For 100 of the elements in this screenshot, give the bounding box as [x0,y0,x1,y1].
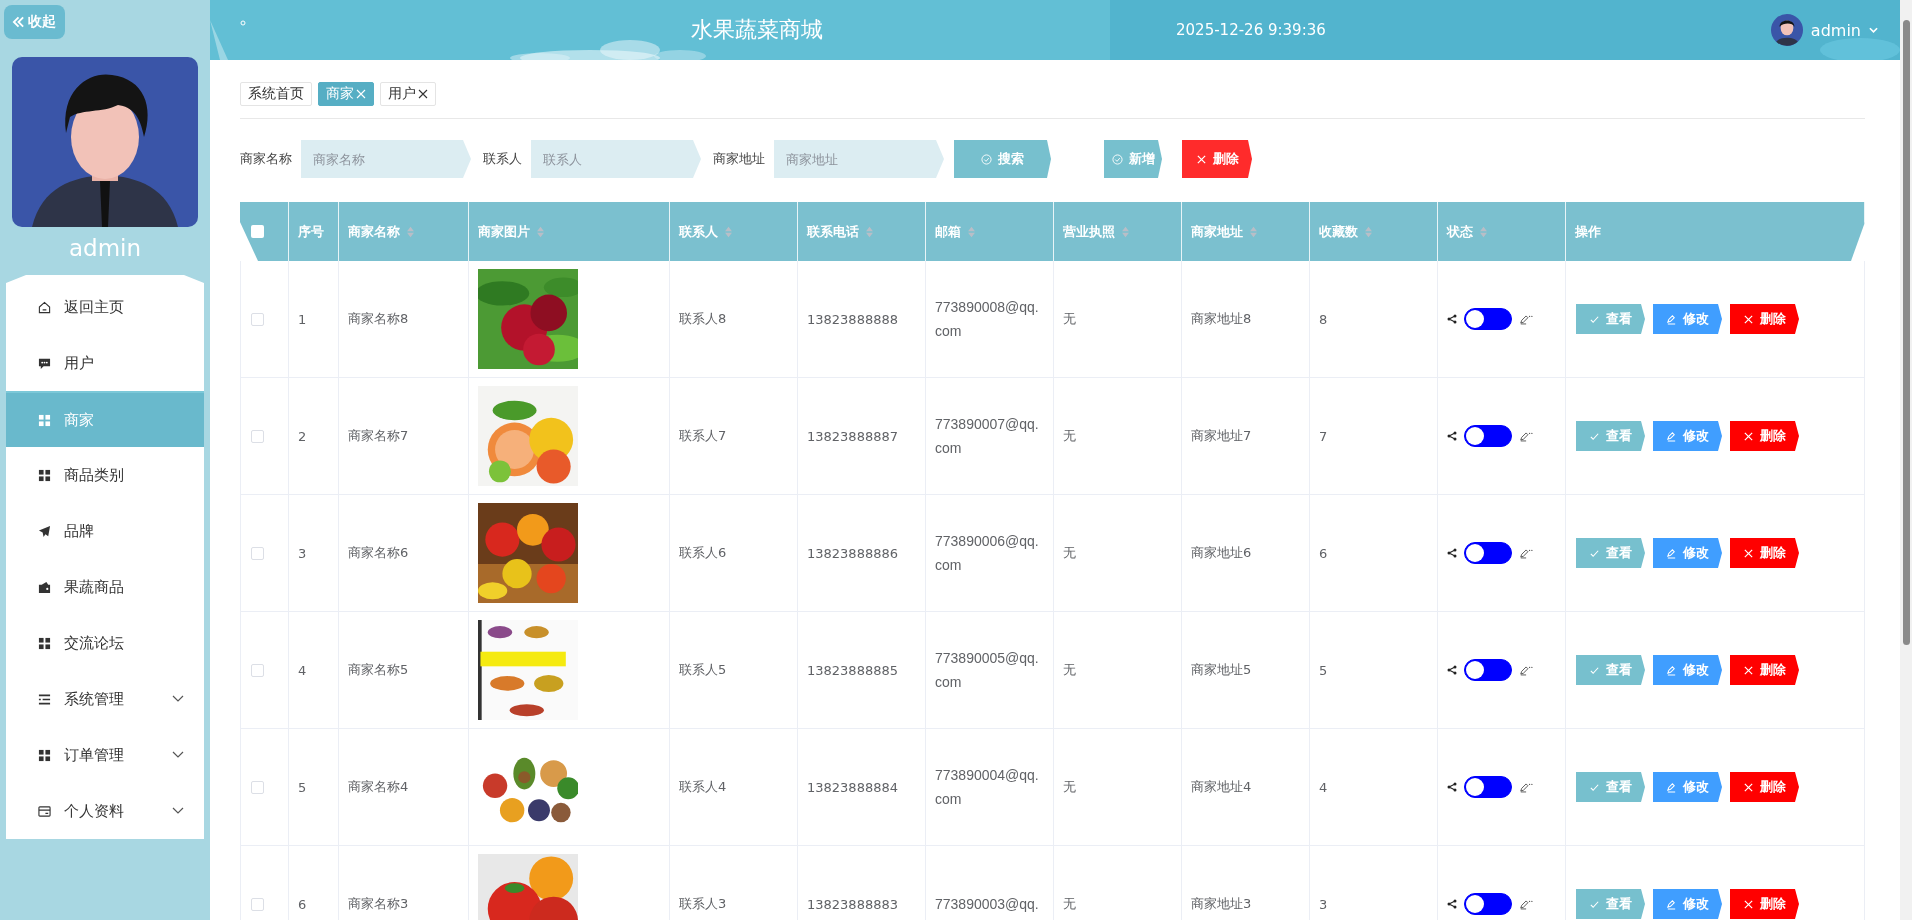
action-button[interactable]: 修改 [1653,421,1722,451]
table-cell: 联系人5 [679,661,727,679]
row-checkbox[interactable] [251,780,264,794]
menu-item[interactable]: 系统管理 [6,671,204,727]
menu-item[interactable]: 果蔬商品 [6,559,204,615]
column-header[interactable]: 邮箱 [935,222,961,241]
row-checkbox[interactable] [251,897,264,911]
field-label: 商家名称 [240,150,292,168]
select-all-checkbox[interactable] [251,225,264,238]
close-icon [1743,781,1754,793]
toggle-switch[interactable] [1464,542,1512,564]
menu-item[interactable]: 商品类别 [6,447,204,503]
column-header[interactable]: 联系人 [679,222,718,241]
user-menu[interactable]: admin [1770,14,1878,46]
action-button[interactable]: 修改 [1653,655,1722,685]
close-icon[interactable] [418,89,428,99]
share-icon[interactable] [1447,548,1457,558]
action-button[interactable]: 删除 [1730,889,1799,919]
table-cell: 13823888887 [807,428,898,444]
pencil-icon[interactable] [1519,313,1535,325]
column-header[interactable]: 商家名称 [348,222,400,241]
table-cell: 3 [298,545,307,561]
action-button[interactable]: 删除 [1730,421,1799,451]
search-field[interactable]: 商家名称 [301,140,471,178]
collapse-button[interactable]: 收起 [4,5,65,39]
column-header[interactable]: 商家地址 [1191,222,1243,241]
menu-item[interactable]: 商家 [6,391,204,447]
share-icon[interactable] [1447,899,1457,909]
action-button[interactable]: 修改 [1653,772,1722,802]
close-icon [1743,898,1754,910]
tab[interactable]: 系统首页 [240,82,312,106]
action-button[interactable]: 修改 [1653,889,1722,919]
toggle-switch[interactable] [1464,659,1512,681]
share-icon[interactable] [1447,782,1457,792]
action-button[interactable]: 修改 [1653,538,1722,568]
app-title: 水果蔬菜商城 [691,16,824,44]
action-button[interactable]: 删除 [1730,772,1799,802]
table-cell: 商家名称5 [348,661,409,679]
row-checkbox[interactable] [251,546,264,560]
toggle-switch[interactable] [1464,308,1512,330]
action-button[interactable]: 查看 [1576,772,1645,802]
share-icon[interactable] [1447,314,1457,324]
table-cell: 4 [1319,779,1328,795]
action-button[interactable]: 查看 [1576,538,1645,568]
action-button[interactable]: 查看 [1576,421,1645,451]
edit-icon [1666,430,1677,442]
action-button[interactable]: 查看 [1576,655,1645,685]
table-cell-text: 773890007@qq.com [935,415,1040,458]
close-icon [1743,313,1754,325]
share-icon[interactable] [1447,431,1457,441]
table-cell: 联系人6 [679,544,727,562]
toggle-switch[interactable] [1464,425,1512,447]
pencil-icon[interactable] [1519,664,1535,676]
toggle-switch[interactable] [1464,776,1512,798]
row-checkbox[interactable] [251,663,264,677]
scrollbar[interactable] [1900,0,1912,920]
pencil-icon[interactable] [1519,781,1535,793]
pencil-icon[interactable] [1519,430,1535,442]
search-field[interactable]: 联系人 [531,140,701,178]
table-cell: 联系人4 [679,778,727,796]
row-checkbox[interactable] [251,312,264,326]
menu-item[interactable]: 交流论坛 [6,615,204,671]
pencil-icon[interactable] [1519,547,1535,559]
grid-icon [38,413,51,427]
table-cell: 商家名称8 [348,310,409,328]
delete-button[interactable]: 删除 [1182,140,1252,178]
column-header[interactable]: 状态 [1447,222,1473,241]
scrollbar-thumb[interactable] [1903,20,1910,645]
pencil-icon[interactable] [1519,898,1535,910]
menu-item[interactable]: 订单管理 [6,727,204,783]
table-cell: 联系人3 [679,895,727,913]
column-header[interactable]: 商家图片 [478,222,530,241]
close-icon [1195,153,1207,165]
action-button[interactable]: 删除 [1730,538,1799,568]
column-header[interactable]: 操作 [1575,222,1601,241]
toggle-switch[interactable] [1464,893,1512,915]
action-button[interactable]: 查看 [1576,889,1645,919]
menu-item[interactable]: 返回主页 [6,279,204,335]
action-button[interactable]: 删除 [1730,304,1799,334]
column-header[interactable]: 联系电话 [807,222,859,241]
row-checkbox[interactable] [251,429,264,443]
menu-item[interactable]: 品牌 [6,503,204,559]
chevron-down-icon [1869,27,1878,33]
table-cell-text: 773890005@qq.com [935,649,1040,692]
menu-item[interactable]: 个人资料 [6,783,204,839]
datetime: 2025-12-26 9:39:36 [1176,21,1326,39]
action-button[interactable]: 删除 [1730,655,1799,685]
tab[interactable]: 商家 [318,82,374,106]
share-icon[interactable] [1447,665,1457,675]
action-button[interactable]: 修改 [1653,304,1722,334]
search-field[interactable]: 商家地址 [774,140,944,178]
action-button[interactable]: 查看 [1576,304,1645,334]
search-button[interactable]: 搜索 [954,140,1051,178]
table-cell: 8 [1319,311,1328,327]
column-header[interactable]: 收藏数 [1319,222,1358,241]
menu-item[interactable]: 用户 [6,335,204,391]
tab[interactable]: 用户 [380,82,436,106]
column-header[interactable]: 营业执照 [1063,222,1115,241]
column-header[interactable]: 序号 [298,222,324,241]
add-button[interactable]: 新增 [1104,140,1162,178]
